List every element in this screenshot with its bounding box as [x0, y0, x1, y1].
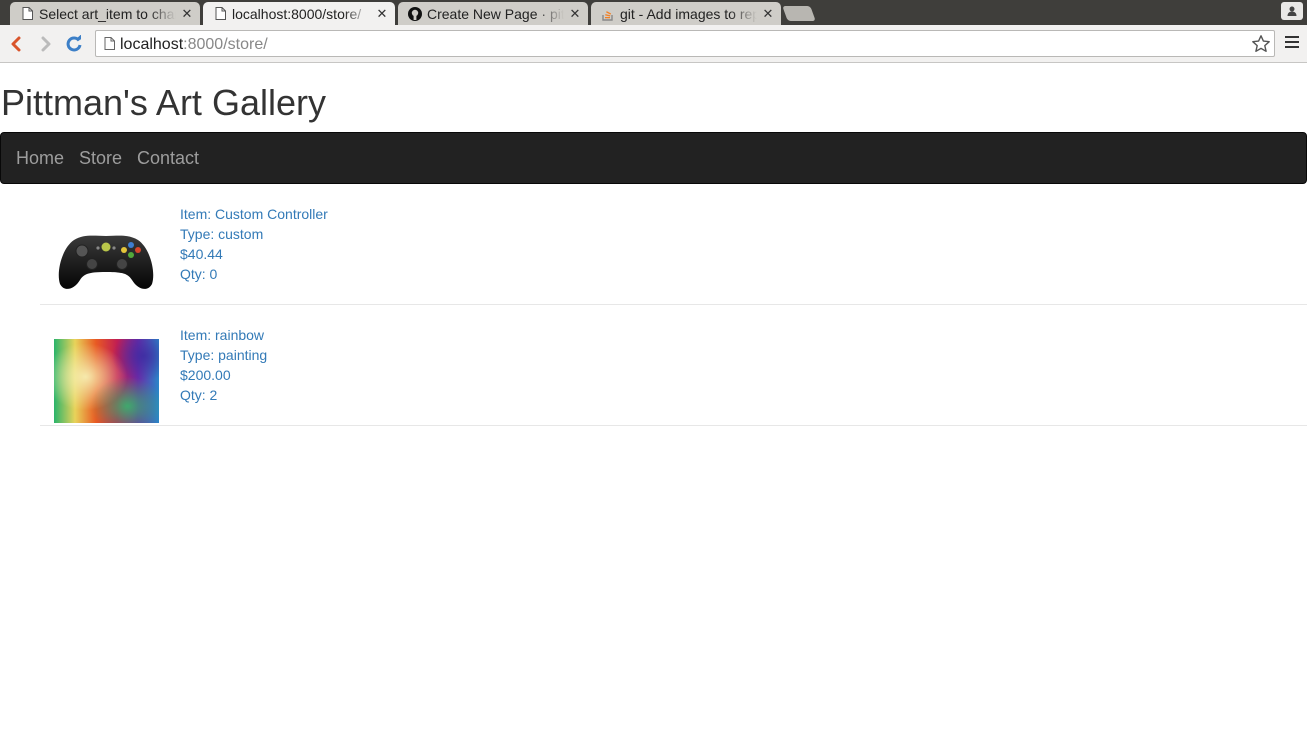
store-item: Item: Custom Controller Type: custom $40… — [40, 195, 1307, 305]
url-text: localhost:8000/store/ — [120, 36, 268, 54]
tab-create-new-page[interactable]: Create New Page · pittman ✕ — [398, 2, 588, 25]
item-type-link[interactable]: Type: painting — [180, 345, 267, 365]
reload-icon — [66, 35, 82, 52]
forward-button[interactable] — [35, 33, 57, 55]
github-icon — [408, 6, 422, 21]
profile-icon[interactable] — [1281, 2, 1303, 20]
game-controller-image[interactable] — [54, 214, 159, 298]
page-icon — [20, 7, 34, 21]
tab-git-add-images[interactable]: git - Add images to repo ✕ — [591, 2, 781, 25]
forward-arrow-icon — [41, 36, 51, 52]
nav-home-link[interactable]: Home — [16, 148, 64, 169]
menu-icon[interactable] — [1285, 36, 1299, 51]
browser-toolbar: localhost:8000/store/ — [0, 25, 1307, 63]
url-host: localhost — [120, 36, 184, 53]
item-type-link[interactable]: Type: custom — [180, 224, 328, 244]
tab-strip: Select art_item to change ✕ localhost:80… — [0, 0, 1307, 25]
url-path: :8000/store/ — [183, 36, 268, 53]
tab-select-art-item[interactable]: Select art_item to change ✕ — [10, 2, 200, 25]
new-tab-button[interactable] — [782, 6, 816, 21]
page-icon — [104, 37, 115, 55]
back-arrow-icon — [11, 36, 21, 52]
star-icon[interactable] — [1251, 34, 1271, 59]
tab-title: git - Add images to repo — [620, 5, 757, 22]
tab-title: Select art_item to change — [39, 5, 176, 22]
page-icon — [213, 7, 227, 21]
item-details: Item: rainbow Type: painting $200.00 Qty… — [180, 325, 267, 405]
close-icon[interactable]: ✕ — [375, 6, 389, 22]
close-icon[interactable]: ✕ — [568, 6, 582, 22]
item-name-link[interactable]: Item: rainbow — [180, 325, 267, 345]
tab-localhost-store[interactable]: localhost:8000/store/ ✕ — [203, 2, 395, 25]
item-details: Item: Custom Controller Type: custom $40… — [180, 204, 328, 284]
site-navbar: Home Store Contact — [0, 132, 1307, 184]
address-bar[interactable]: localhost:8000/store/ — [95, 30, 1275, 57]
reload-button[interactable] — [63, 33, 85, 55]
nav-store-link[interactable]: Store — [79, 148, 122, 169]
item-qty-link[interactable]: Qty: 2 — [180, 385, 267, 405]
back-button[interactable] — [5, 33, 27, 55]
site-title: Pittman's Art Gallery — [1, 82, 326, 123]
store-item: Item: rainbow Type: painting $200.00 Qty… — [40, 305, 1307, 426]
tab-title: localhost:8000/store/ — [232, 5, 362, 22]
item-price-link[interactable]: $40.44 — [180, 244, 328, 264]
item-price-link[interactable]: $200.00 — [180, 365, 267, 385]
nav-contact-link[interactable]: Contact — [137, 148, 199, 169]
rainbow-painting-image[interactable] — [54, 339, 159, 423]
stackoverflow-icon — [601, 7, 615, 21]
close-icon[interactable]: ✕ — [180, 6, 194, 22]
item-name-link[interactable]: Item: Custom Controller — [180, 204, 328, 224]
tab-title: Create New Page · pittman — [427, 5, 564, 22]
close-icon[interactable]: ✕ — [761, 6, 775, 22]
item-qty-link[interactable]: Qty: 0 — [180, 264, 328, 284]
